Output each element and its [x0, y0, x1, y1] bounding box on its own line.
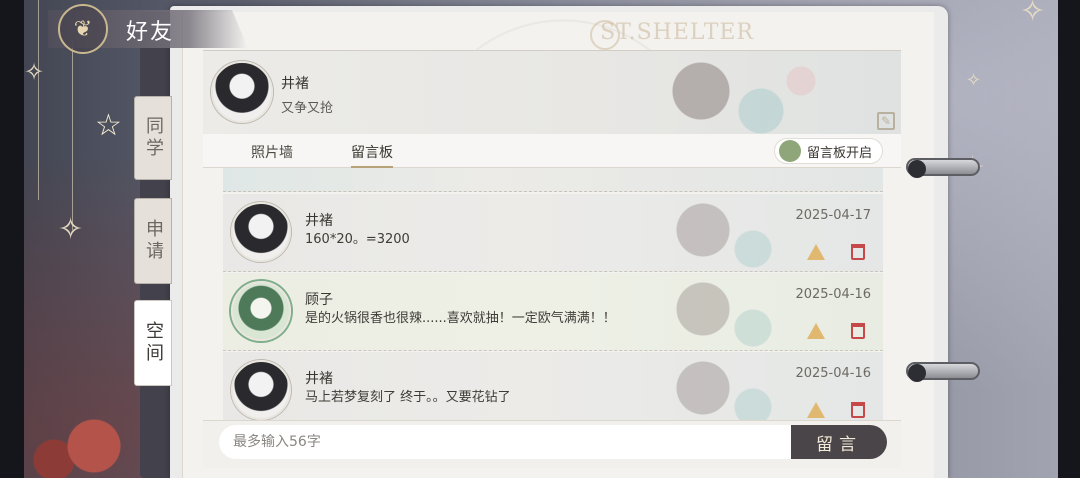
edit-icon[interactable]: ✎	[877, 112, 895, 130]
tab-requests[interactable]: 申请	[134, 198, 172, 284]
star-icon: ✧	[1020, 0, 1046, 29]
message-composer: 留言	[203, 420, 901, 468]
list-item	[223, 168, 883, 192]
tab-photo-wall[interactable]: 照片墙	[251, 142, 293, 162]
tab-classmates[interactable]: 同学	[134, 96, 172, 180]
message-card-art	[653, 273, 783, 351]
list-item: 井褚 马上若梦复刻了 终于。。又要花钻了 2025-04-16	[223, 352, 883, 420]
avatar[interactable]	[231, 360, 291, 420]
left-border	[0, 0, 24, 478]
avatar[interactable]	[231, 202, 291, 262]
tab-message-board[interactable]: 留言板	[351, 142, 393, 168]
profile-character-art	[641, 51, 841, 135]
content-tabs: 照片墙 留言板 留言板开启	[203, 134, 901, 168]
message-card-art	[653, 194, 783, 272]
star-icon: ✧	[58, 212, 84, 247]
send-message-button[interactable]: 留言	[791, 425, 887, 459]
hanging-chain	[72, 40, 73, 230]
avatar[interactable]	[231, 281, 291, 341]
butterfly-emblem-icon: ❦	[58, 4, 108, 54]
report-warning-icon[interactable]	[807, 402, 825, 418]
profile-name: 井褚	[281, 76, 309, 92]
ring-hole	[908, 160, 926, 178]
report-warning-icon[interactable]	[807, 244, 825, 260]
profile-signature: 又争又抢	[281, 101, 334, 116]
delete-trash-icon[interactable]	[851, 244, 865, 260]
message-board-toggle[interactable]: 留言板开启	[773, 138, 883, 164]
tab-space[interactable]: 空间	[134, 300, 172, 386]
message-list[interactable]: 井褚 160*20。=3200 2025-04-17 顾子 是的火锅很香也很辣.…	[203, 168, 901, 420]
star-icon: ☆	[95, 108, 122, 143]
toggle-label: 留言板开启	[806, 145, 872, 161]
message-text: 是的火锅很香也很辣......喜欢就抽！一定欧气满满！！	[305, 311, 616, 326]
message-card-art	[653, 352, 783, 420]
page-title: 好友	[126, 20, 175, 45]
message-date: 2025-04-16	[795, 287, 871, 302]
profile-header: 井褚 又争又抢 ✎	[203, 50, 901, 135]
delete-trash-icon[interactable]	[851, 323, 865, 339]
message-author: 顾子	[305, 292, 333, 308]
message-text: 160*20。=3200	[305, 232, 410, 247]
binder-ring	[906, 362, 980, 382]
message-author: 井褚	[305, 213, 333, 229]
brand-logo: ST.SHELTER	[600, 20, 754, 45]
toggle-knob	[778, 140, 801, 162]
message-author: 井褚	[305, 371, 333, 387]
avatar[interactable]	[211, 61, 273, 123]
ring-hole	[908, 364, 926, 382]
report-warning-icon[interactable]	[807, 323, 825, 339]
right-border	[1058, 0, 1080, 478]
star-icon: ✧	[966, 70, 982, 91]
delete-trash-icon[interactable]	[851, 402, 865, 418]
message-date: 2025-04-16	[795, 366, 871, 381]
message-text: 马上若梦复刻了 终于。。又要花钻了	[305, 390, 511, 405]
binder-ring	[906, 158, 980, 178]
star-icon: ✧	[24, 58, 45, 86]
list-item: 顾子 是的火锅很香也很辣......喜欢就抽！一定欧气满满！！ 2025-04-…	[223, 273, 883, 351]
message-date: 2025-04-17	[795, 208, 871, 223]
hanging-chain	[38, 0, 39, 200]
message-input[interactable]	[219, 425, 791, 459]
list-item: 井褚 160*20。=3200 2025-04-17	[223, 194, 883, 272]
